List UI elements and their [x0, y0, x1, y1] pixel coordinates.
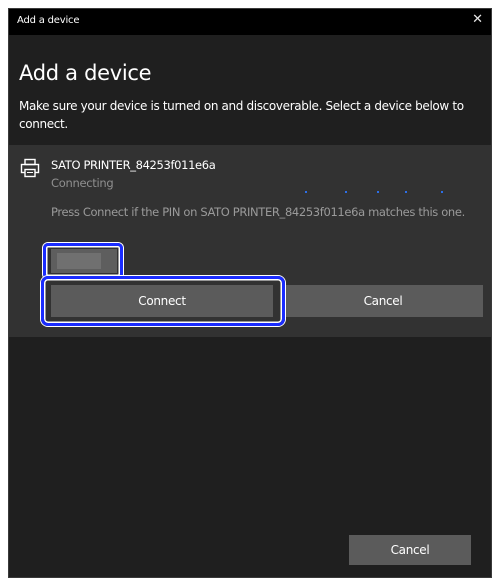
progress-dot: [305, 191, 307, 193]
add-device-dialog: Add a device ✕ Add a device Make sure yo…: [8, 8, 492, 578]
dialog-cancel-button[interactable]: Cancel: [349, 535, 471, 565]
progress-dot: [441, 191, 443, 193]
pin-highlight-frame: [43, 243, 123, 279]
title-bar: Add a device ✕: [9, 9, 491, 35]
progress-dot: [405, 191, 407, 193]
device-list-item[interactable]: SATO PRINTER_84253f011e6a Connecting Pre…: [9, 145, 491, 337]
progress-dots: [9, 191, 491, 197]
cancel-button[interactable]: Cancel: [283, 285, 483, 317]
device-status: Connecting: [51, 176, 114, 190]
printer-icon: [20, 158, 40, 178]
page-title: Add a device: [19, 61, 152, 85]
pin-message: Press Connect if the PIN on SATO PRINTER…: [51, 205, 465, 219]
progress-dot: [345, 191, 347, 193]
progress-dot: [377, 191, 379, 193]
instructions-text: Make sure your device is turned on and d…: [19, 99, 464, 131]
window-title: Add a device: [17, 15, 80, 26]
device-name: SATO PRINTER_84253f011e6a: [51, 158, 216, 172]
connect-highlight-frame: [41, 276, 285, 326]
close-icon[interactable]: ✕: [472, 12, 483, 27]
